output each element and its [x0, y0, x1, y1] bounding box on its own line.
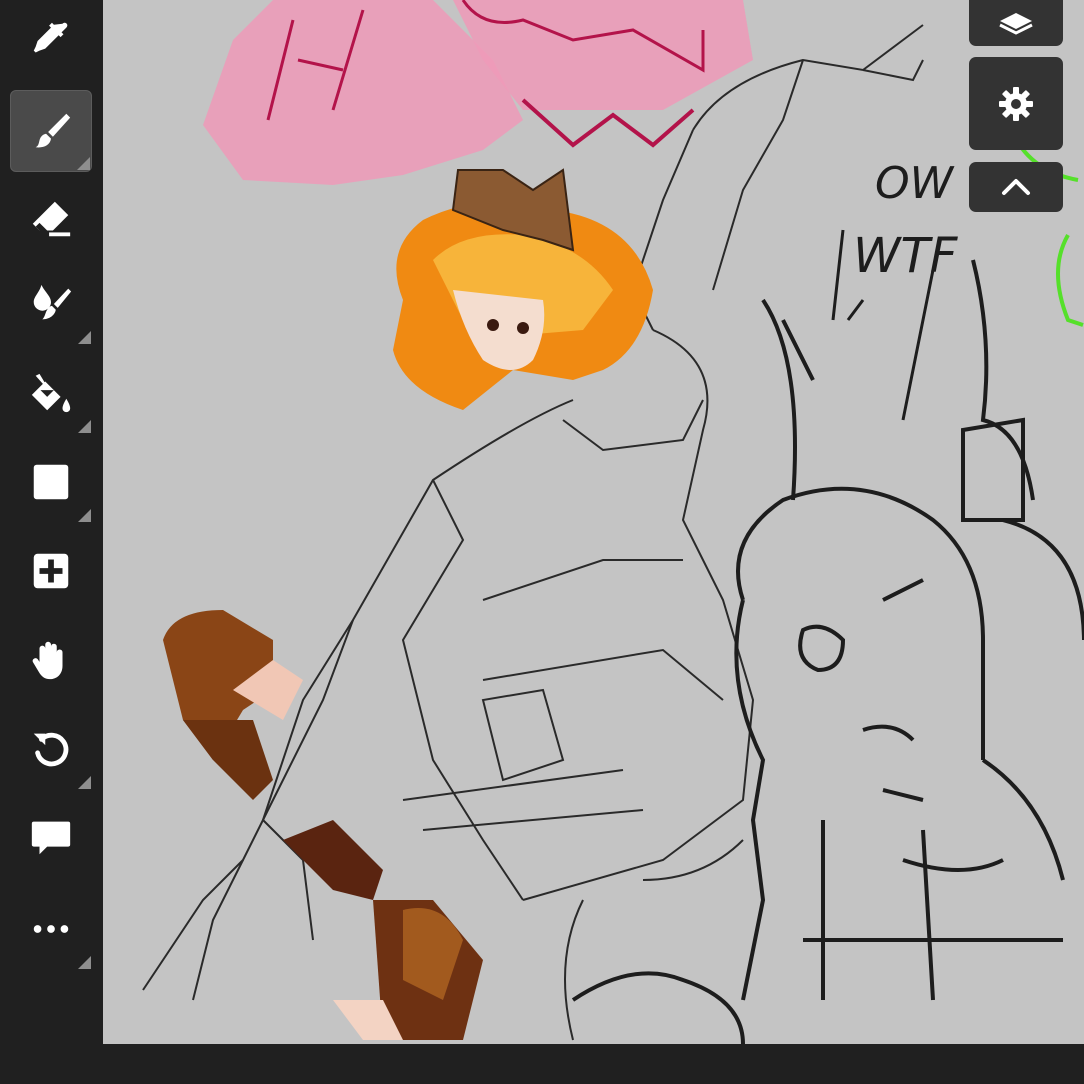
pan-tool-button[interactable]	[10, 619, 92, 701]
chevron-up-icon	[1002, 179, 1030, 195]
drawing-canvas[interactable]: OW WTF	[103, 0, 1084, 1044]
undo-tool-button[interactable]	[10, 708, 92, 790]
square-icon	[33, 464, 69, 500]
eraser-icon	[32, 201, 71, 237]
pink-sketch	[203, 0, 753, 185]
layers-icon	[999, 13, 1033, 35]
gear-icon	[999, 86, 1033, 121]
eyedropper-tool-button[interactable]	[10, 0, 92, 82]
sketch-artwork: OW WTF	[142, 0, 1084, 1044]
speech-bubble-icon	[31, 821, 71, 855]
submenu-indicator	[78, 776, 91, 789]
eyedropper-icon	[33, 22, 68, 53]
smudge-icon	[33, 284, 72, 320]
smudge-tool-button[interactable]	[10, 263, 92, 345]
submenu-indicator	[78, 331, 91, 344]
bottom-bar	[103, 1044, 1084, 1084]
layers-button[interactable]	[969, 0, 1063, 46]
sketch-text-group: OW WTF	[831, 158, 959, 421]
brush-tool-button[interactable]	[10, 90, 92, 172]
more-dots-icon	[33, 925, 69, 933]
hand-icon	[32, 641, 63, 680]
paint-bucket-icon	[31, 373, 71, 413]
fill-tool-button[interactable]	[10, 352, 92, 434]
collapse-panel-button[interactable]	[969, 162, 1063, 212]
shape-tool-button[interactable]	[10, 441, 92, 523]
undo-icon	[33, 732, 69, 767]
brush-icon	[35, 113, 71, 148]
boot-colored	[163, 610, 483, 1040]
submenu-indicator	[78, 420, 91, 433]
settings-button[interactable]	[969, 57, 1063, 150]
submenu-indicator	[77, 157, 90, 170]
sketch-text-ow: OW	[875, 158, 955, 209]
comment-tool-button[interactable]	[10, 796, 92, 878]
plus-icon	[33, 553, 69, 589]
add-tool-button[interactable]	[10, 530, 92, 612]
green-sketch	[1006, 119, 1084, 327]
submenu-indicator	[78, 956, 91, 969]
sketch-text-wtf: WTF	[853, 228, 959, 284]
submenu-indicator	[78, 509, 91, 522]
tool-sidebar	[0, 0, 103, 1084]
girl-head	[393, 168, 653, 410]
eraser-tool-button[interactable]	[10, 178, 92, 260]
more-tool-button[interactable]	[10, 888, 92, 970]
